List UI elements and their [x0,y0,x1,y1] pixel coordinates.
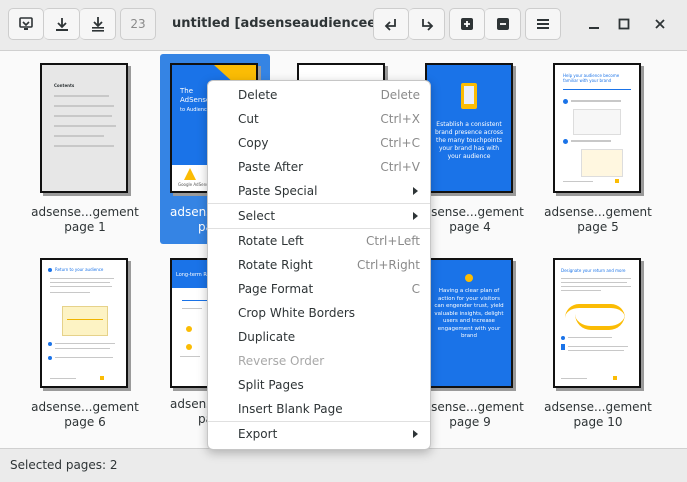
menu-item-paste-after[interactable]: Paste After Ctrl+V [208,155,430,179]
rotate-right-button[interactable] [409,8,445,40]
maximize-icon [618,15,630,34]
page-label: page 6 [64,415,106,429]
save-button[interactable] [44,8,80,40]
page-count-field[interactable]: 23 [120,8,156,40]
close-button[interactable] [650,14,670,34]
page-label: page 1 [64,220,106,234]
zoom-in-icon [459,16,475,32]
submenu-arrow-icon [413,430,418,438]
menu-item-crop-white-borders[interactable]: Crop White Borders [208,301,430,325]
rotate-right-icon [419,16,435,32]
export-button[interactable] [8,8,44,40]
menu-item-label: Page Format [238,282,314,296]
page-label: page 5 [577,220,619,234]
menu-item-shortcut: C [411,282,420,296]
menu-item-copy[interactable]: Copy Ctrl+C [208,131,430,155]
page-title-line: AdSense [180,96,211,104]
page-preview: Help your audience become familiar with … [553,63,641,193]
page-body-text: Establish a consistent brand presence ac… [434,121,504,160]
header-bar: 23 untitled [adsenseaudienceenga... [0,0,687,51]
page-thumbnail-9[interactable]: Having a clear plan of action for your v… [415,246,525,436]
page-heading: Long-term Ro [176,272,210,278]
import-icon [90,16,106,32]
page-thumbnail-5[interactable]: Help your audience become familiar with … [543,51,653,241]
menu-item-cut[interactable]: Cut Ctrl+X [208,107,430,131]
menu-item-insert-blank-page[interactable]: Insert Blank Page [208,397,430,421]
menu-item-page-format[interactable]: Page Format C [208,277,430,301]
page-preview: Designate your return and more [553,258,641,388]
menu-item-label: Copy [238,136,269,150]
submenu-arrow-icon [413,187,418,195]
menu-item-label: Crop White Borders [238,306,356,320]
menu-item-duplicate[interactable]: Duplicate [208,325,430,349]
page-name: adsense...gement [31,205,139,219]
menu-item-label: Paste Special [238,184,318,198]
page-preview: Contents [40,63,128,193]
page-thumbnail-6[interactable]: Return to your audience adsense...gement… [30,246,140,436]
page-preview: Establish a consistent brand presence ac… [425,63,513,193]
page-preview: Having a clear plan of action for your v… [425,258,513,388]
context-menu: Delete Delete Cut Ctrl+X Copy Ctrl+C Pas… [207,80,431,450]
menu-item-label: Insert Blank Page [238,402,343,416]
page-title-line: The [180,87,194,95]
page-preview: Return to your audience [40,258,128,388]
page-label: page 10 [573,415,623,429]
page-thumbnail-1[interactable]: Contents adsense...gement page 1 [30,51,140,241]
menu-item-select[interactable]: Select [208,204,430,228]
export-icon [18,16,34,32]
page-thumbnail-4[interactable]: Establish a consistent brand presence ac… [415,51,525,241]
close-icon [654,15,666,34]
download-icon [54,16,70,32]
menu-item-label: Export [238,427,278,441]
minimize-icon [588,15,600,34]
zoom-in-button[interactable] [449,8,485,40]
page-thumbnail-10[interactable]: Designate your return and more adsense..… [543,246,653,436]
menu-item-shortcut: Ctrl+X [380,112,420,126]
page-heading: Help your audience become familiar with … [563,73,620,83]
status-bar: Selected pages: 2 [0,448,687,482]
menu-item-export[interactable]: Export [208,422,430,446]
menu-item-label: Split Pages [238,378,304,392]
menu-item-label: Rotate Right [238,258,313,272]
page-name: adsense...gement [544,400,652,414]
menu-item-shortcut: Ctrl+V [380,160,420,174]
hamburger-menu-icon [535,16,551,32]
menu-item-reverse-order: Reverse Order [208,349,430,373]
minimize-button[interactable] [584,14,604,34]
menu-item-rotate-right[interactable]: Rotate Right Ctrl+Right [208,253,430,277]
selection-status: Selected pages: 2 [10,458,118,472]
menu-item-shortcut: Delete [380,88,420,102]
menu-item-label: Paste After [238,160,304,174]
maximize-button[interactable] [614,14,634,34]
page-name: adsense...gement [31,400,139,414]
page-body-text: Having a clear plan of action for your v… [434,288,504,339]
menu-item-label: Select [238,209,276,223]
page-title-line: to Audience [180,107,210,113]
page-heading: Return to your audience [55,267,104,272]
menu-item-label: Reverse Order [238,354,325,368]
save-as-button[interactable] [80,8,116,40]
page-heading: Contents [54,83,75,88]
main-menu-button[interactable] [525,8,561,40]
menu-item-rotate-left[interactable]: Rotate Left Ctrl+Left [208,229,430,253]
menu-item-label: Delete [238,88,278,102]
menu-item-paste-special[interactable]: Paste Special [208,179,430,203]
submenu-arrow-icon [413,212,418,220]
zoom-out-icon [495,16,511,32]
menu-item-label: Rotate Left [238,234,304,248]
menu-item-split-pages[interactable]: Split Pages [208,373,430,397]
menu-item-shortcut: Ctrl+C [380,136,420,150]
page-heading: Designate your return and more [561,268,626,273]
menu-item-delete[interactable]: Delete Delete [208,83,430,107]
menu-item-label: Duplicate [238,330,296,344]
zoom-out-button[interactable] [485,8,521,40]
page-name: adsense...gement [544,205,652,219]
menu-item-label: Cut [238,112,259,126]
menu-item-shortcut: Ctrl+Left [366,234,420,248]
rotate-left-button[interactable] [373,8,409,40]
page-footer: Google AdSense [178,182,211,187]
menu-item-shortcut: Ctrl+Right [356,258,420,272]
rotate-left-icon [383,16,399,32]
